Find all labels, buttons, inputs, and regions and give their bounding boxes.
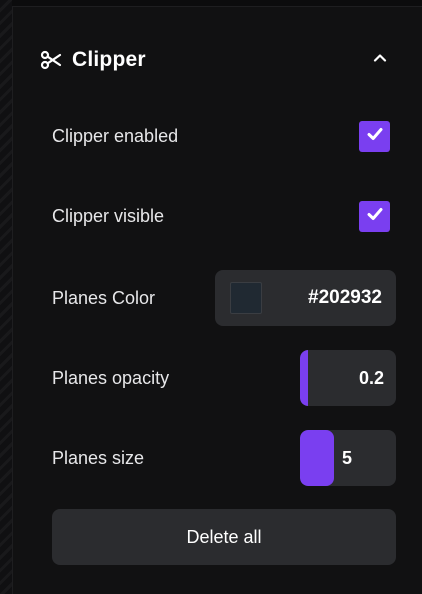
planes-size-slider[interactable]: 5: [300, 430, 396, 486]
planes-color-value: #202932: [308, 287, 382, 308]
planes-opacity-slider-fill: [300, 350, 308, 406]
clipper-visible-checkbox[interactable]: [359, 200, 390, 232]
clipper-visible-label: Clipper visible: [52, 205, 165, 226]
planes-opacity-label: Planes opacity: [52, 367, 170, 388]
planes-color-picker[interactable]: #202932: [215, 270, 396, 326]
delete-all-button[interactable]: Delete all: [52, 509, 396, 565]
collapse-button[interactable]: [366, 46, 394, 74]
clipper-enabled-row: Clipper enabled: [52, 108, 396, 164]
clipper-enabled-checkbox[interactable]: [359, 120, 390, 152]
color-swatch: [230, 282, 262, 314]
panel-title-group: Clipper: [38, 47, 146, 73]
planes-size-row: Planes size 5: [52, 430, 396, 486]
clipper-visible-row: Clipper visible: [52, 188, 396, 244]
checkmark-icon: [365, 204, 385, 229]
chevron-up-icon: [372, 50, 388, 71]
planes-opacity-row: Planes opacity 0.2: [52, 350, 396, 406]
planes-size-slider-fill: [300, 430, 334, 486]
planes-size-label: Planes size: [52, 447, 145, 468]
scissors-icon: [38, 47, 64, 73]
clipper-enabled-label: Clipper enabled: [52, 125, 179, 146]
planes-color-label: Planes Color: [52, 287, 156, 308]
panel-header[interactable]: Clipper: [38, 40, 394, 80]
planes-opacity-value: 0.2: [358, 367, 384, 388]
planes-opacity-slider[interactable]: 0.2: [300, 350, 396, 406]
panel-title: Clipper: [72, 48, 146, 71]
side-edge-decoration: [0, 0, 12, 594]
planes-color-row: Planes Color #202932: [52, 270, 396, 326]
checkmark-icon: [365, 124, 385, 149]
planes-size-value: 5: [342, 447, 353, 468]
